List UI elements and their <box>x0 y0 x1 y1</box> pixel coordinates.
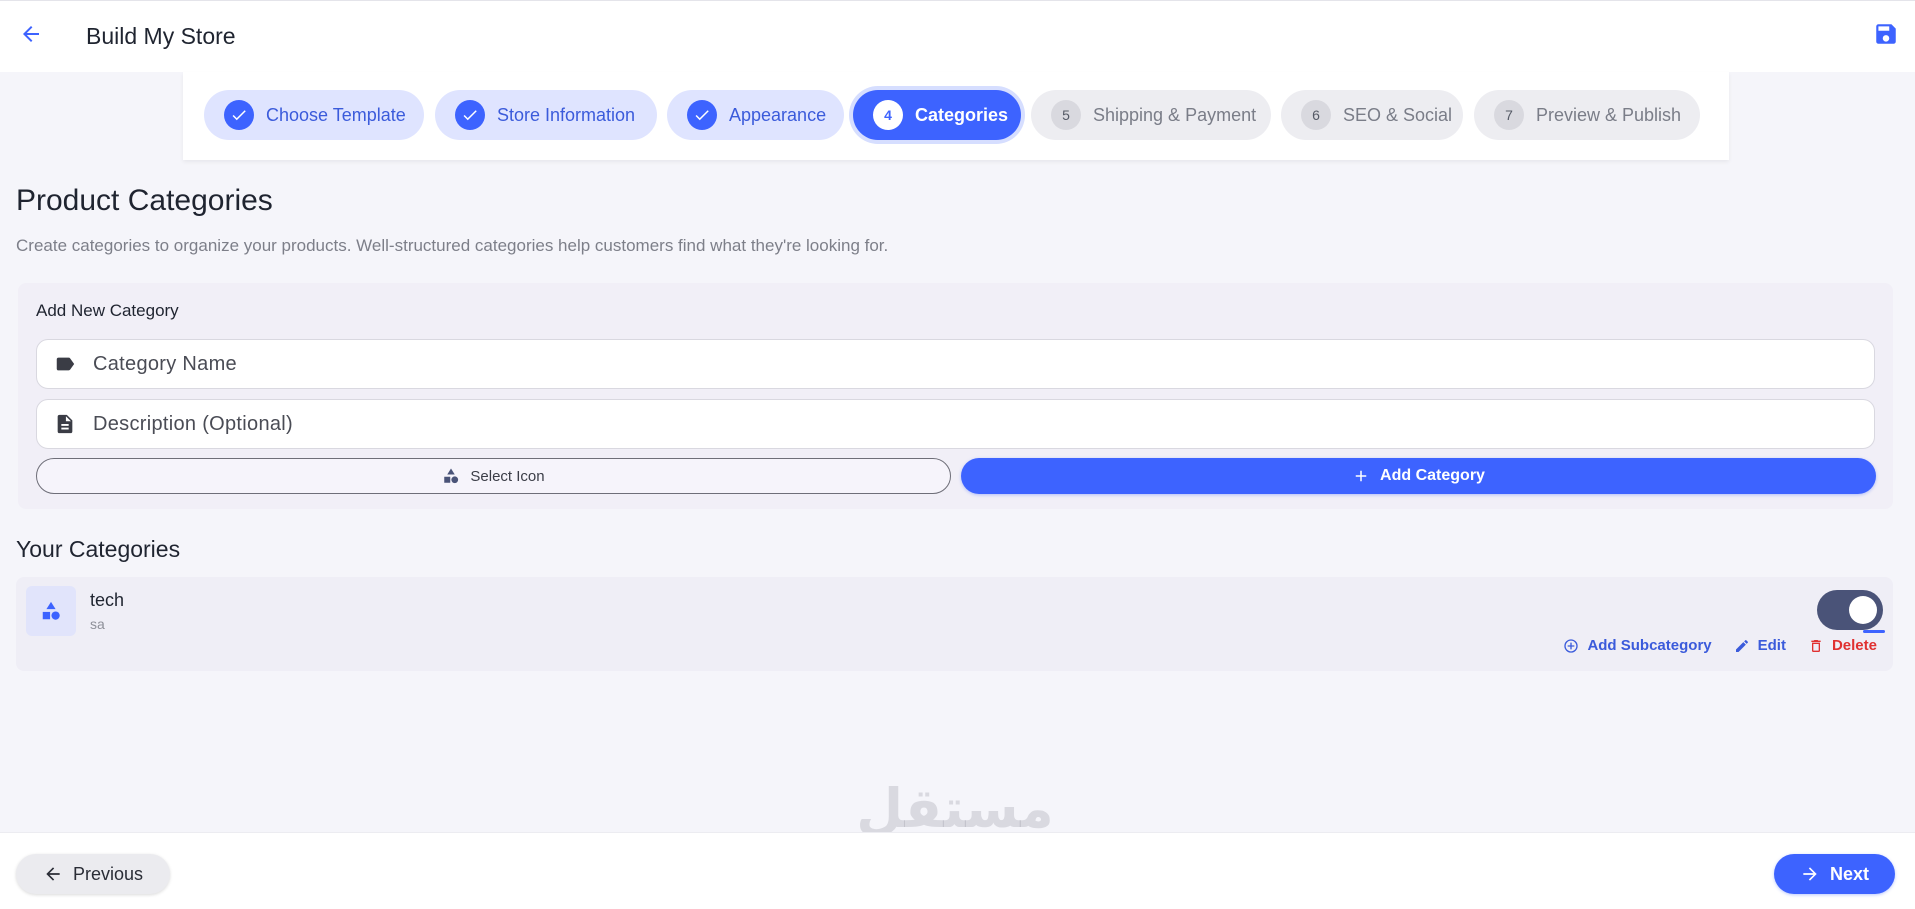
arrow-right-icon <box>1800 864 1820 884</box>
add-category-label: Add Category <box>1380 467 1485 484</box>
step-label: Shipping & Payment <box>1093 104 1257 125</box>
plus-icon <box>1352 467 1370 485</box>
category-actions: Add Subcategory Edit Delete <box>1541 637 1877 654</box>
edit-button[interactable]: Edit <box>1734 637 1786 654</box>
previous-label: Previous <box>72 863 144 884</box>
step-number: 4 <box>873 100 903 130</box>
step-number: 6 <box>1301 100 1331 130</box>
step-seo-social[interactable]: 6 SEO & Social <box>1281 90 1463 140</box>
your-categories-title: Your Categories <box>16 536 181 562</box>
step-label: Choose Template <box>266 104 406 125</box>
select-icon-button[interactable]: Select Icon <box>36 458 951 494</box>
step-choose-template[interactable]: Choose Template <box>204 90 424 140</box>
step-categories[interactable]: 4 Categories <box>853 90 1021 140</box>
toggle-knob <box>1849 596 1877 624</box>
category-description-field[interactable] <box>36 399 1875 449</box>
category-name-input[interactable] <box>93 352 1793 376</box>
step-label: Preview & Publish <box>1536 104 1682 125</box>
add-subcategory-button[interactable]: Add Subcategory <box>1563 637 1712 654</box>
step-appearance[interactable]: Appearance <box>667 90 844 140</box>
page-header-title: Build My Store <box>86 23 236 49</box>
add-circle-icon <box>1563 638 1579 654</box>
step-shipping-payment[interactable]: 5 Shipping & Payment <box>1031 90 1271 140</box>
category-description-input[interactable] <box>93 412 1793 436</box>
label-tag-icon <box>37 353 93 375</box>
bottom-navigation-bar: Previous Next <box>0 832 1915 909</box>
app-bar: Build My Store <box>0 0 1915 72</box>
category-description: sa <box>90 616 105 632</box>
step-number: 5 <box>1051 100 1081 130</box>
document-icon <box>37 413 93 435</box>
step-number: 7 <box>1494 100 1524 130</box>
pencil-icon <box>1734 638 1750 654</box>
add-category-card: Add New Category Select Icon Add Categor… <box>18 283 1893 509</box>
select-icon-label: Select Icon <box>470 467 545 485</box>
shapes-icon <box>26 586 76 636</box>
check-icon <box>687 100 717 130</box>
step-preview-publish[interactable]: 7 Preview & Publish <box>1474 90 1700 140</box>
page-subtitle: Create categories to organize your produ… <box>16 236 889 255</box>
watermark-arabic: مستقل <box>856 777 1054 840</box>
step-label: Appearance <box>729 104 827 125</box>
category-name-field[interactable] <box>36 339 1875 389</box>
page-title: Product Categories <box>16 184 273 217</box>
wizard-stepper: Choose Template Store Information Appear… <box>183 72 1729 160</box>
add-category-button[interactable]: Add Category <box>961 458 1876 494</box>
check-icon <box>455 100 485 130</box>
step-label: SEO & Social <box>1343 104 1453 125</box>
category-enabled-toggle[interactable] <box>1817 590 1885 633</box>
category-name: tech <box>90 590 125 610</box>
arrow-left-icon <box>43 864 63 884</box>
step-label: Categories <box>915 104 1009 125</box>
category-list-item: tech sa Add Subcategory Edit Delete <box>16 577 1893 671</box>
next-label: Next <box>1829 863 1869 884</box>
shapes-icon <box>442 467 460 485</box>
step-store-information[interactable]: Store Information <box>435 90 657 140</box>
back-button[interactable] <box>14 19 48 53</box>
arrow-left-icon <box>19 22 43 51</box>
delete-label: Delete <box>1831 637 1877 654</box>
edit-label: Edit <box>1757 637 1786 654</box>
check-icon <box>224 100 254 130</box>
next-button[interactable]: Next <box>1774 854 1895 894</box>
save-button[interactable] <box>1869 19 1903 53</box>
floppy-disk-icon <box>1873 21 1899 52</box>
delete-button[interactable]: Delete <box>1808 637 1877 654</box>
step-label: Store Information <box>497 104 636 125</box>
trash-icon <box>1808 638 1824 654</box>
add-category-title: Add New Category <box>36 301 179 320</box>
previous-button[interactable]: Previous <box>16 854 170 894</box>
toggle-focus-indicator <box>1863 630 1885 633</box>
add-subcategory-label: Add Subcategory <box>1587 637 1712 654</box>
